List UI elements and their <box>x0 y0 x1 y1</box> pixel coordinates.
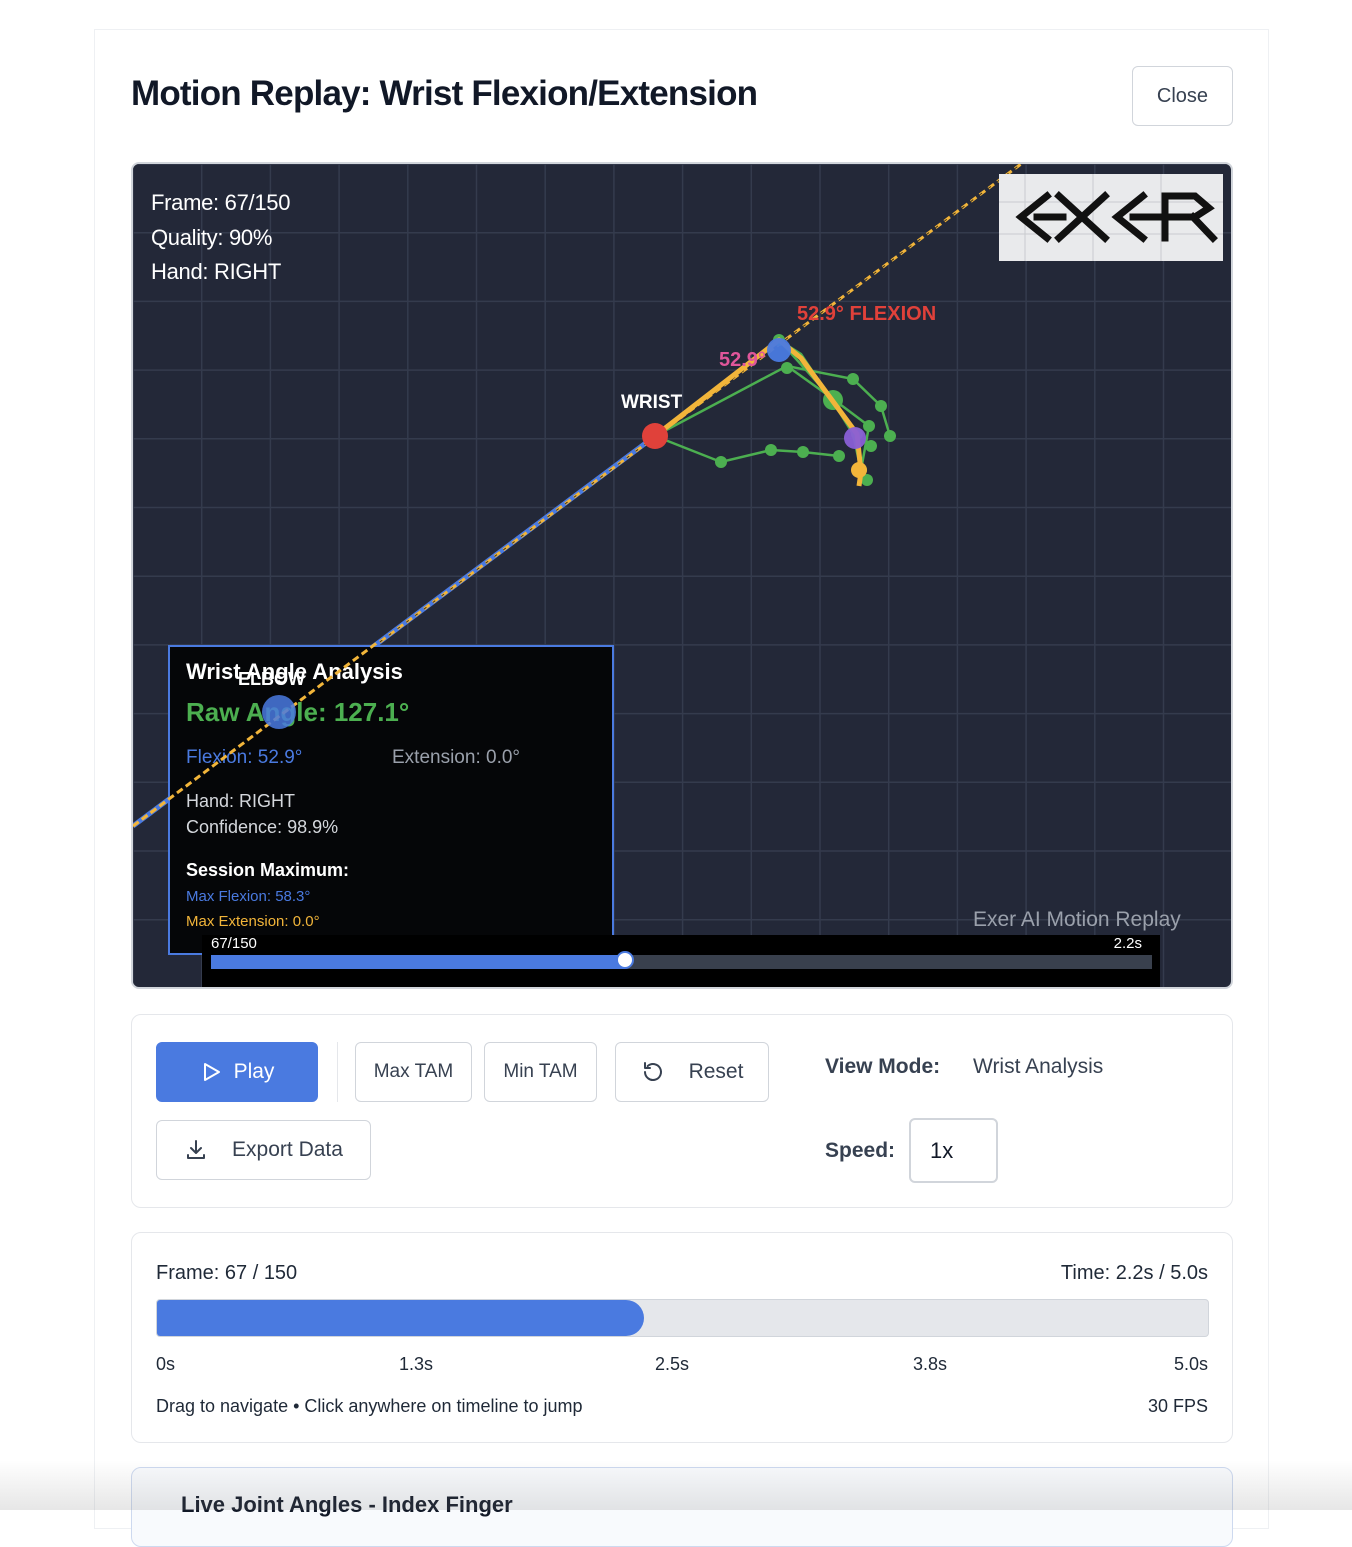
live-joint-angles-card: Live Joint Angles - Index Finger <box>131 1467 1233 1547</box>
canvas-watermark: Exer AI Motion Replay <box>973 908 1181 931</box>
analysis-confidence: Confidence: 98.9% <box>186 817 339 837</box>
session-max-title: Session Maximum: <box>186 860 350 880</box>
modal-title: Motion Replay: Wrist Flexion/Extension <box>131 74 758 113</box>
wrist-label: WRIST <box>621 392 683 413</box>
timeline-track[interactable] <box>156 1299 1209 1337</box>
extension-value: Extension: 0.0° <box>392 747 521 768</box>
analysis-hand: Hand: RIGHT <box>186 791 296 811</box>
canvas-scrubber[interactable]: 67/150 2.2s <box>202 935 1160 987</box>
reset-icon <box>643 1062 662 1081</box>
middle-knuckle-point <box>844 427 866 449</box>
play-icon <box>203 1063 220 1081</box>
index-tip-point <box>767 338 791 362</box>
timeline-panel: Frame: 67 / 150 Time: 2.2s / 5.0s 0s 1.3… <box>131 1232 1233 1443</box>
hud-hand: Hand: RIGHT <box>151 259 281 284</box>
live-joint-angles-title: Live Joint Angles - Index Finger <box>181 1492 513 1517</box>
close-button[interactable]: Close <box>1132 66 1233 126</box>
wrist-analysis-panel: Wrist Angle Analysis Raw Angle: 127.1° F… <box>168 645 614 955</box>
timeline-handle[interactable] <box>624 1300 645 1336</box>
scrubber-frame: 67/150 <box>211 935 257 952</box>
scrubber-time: 2.2s <box>1113 935 1142 952</box>
max-tam-button[interactable]: Max TAM <box>355 1042 472 1102</box>
motion-canvas[interactable]: Frame: 67/150 Quality: 90% Hand: RIGHT 5… <box>131 162 1233 989</box>
angle-arc-label: 52.9° <box>719 349 766 371</box>
tick-4: 5.0s <box>1173 1354 1208 1374</box>
speed-select[interactable]: 1x <box>909 1118 998 1183</box>
timeline-time: Time: 2.2s / 5.0s <box>1060 1262 1208 1284</box>
flexion-label: 52.9° FLEXION <box>797 303 937 325</box>
hud-frame: Frame: 67/150 <box>151 190 291 215</box>
exer-logo <box>999 174 1223 261</box>
timeline-hint: Drag to navigate • Click anywhere on tim… <box>156 1396 583 1416</box>
export-label: Export Data <box>232 1138 343 1161</box>
elbow-label: ELBOW <box>238 669 305 689</box>
flexion-value: Flexion: 52.9° <box>186 747 303 768</box>
reset-button[interactable]: Reset <box>615 1042 769 1102</box>
play-button[interactable]: Play <box>156 1042 318 1102</box>
speed-label: Speed: <box>825 1139 896 1162</box>
wrist-point <box>642 423 668 449</box>
hud-quality: Quality: 90% <box>151 224 273 250</box>
frame-hud: Frame: 67/150 Quality: 90% Hand: RIGHT <box>151 186 290 290</box>
divider <box>337 1042 338 1102</box>
min-tam-button[interactable]: Min TAM <box>484 1042 597 1102</box>
max-extension: Max Extension: 0.0° <box>186 913 320 930</box>
tick-2: 2.5s <box>655 1354 690 1374</box>
tick-1: 1.3s <box>399 1354 434 1374</box>
play-label: Play <box>233 1060 275 1083</box>
timeline-fill <box>157 1300 627 1336</box>
scrubber-handle[interactable] <box>616 951 635 969</box>
view-mode-label: View Mode: <box>825 1055 941 1078</box>
scrubber-track[interactable] <box>211 951 1152 969</box>
raw-angle: Raw Angle: 127.1° <box>186 697 410 727</box>
exer-logo-mark <box>999 174 1223 261</box>
tick-0: 0s <box>156 1354 176 1374</box>
tick-3: 3.8s <box>913 1354 948 1374</box>
view-mode-select[interactable]: Wrist Analysis <box>973 1055 1103 1079</box>
flexion-point <box>851 462 867 478</box>
max-flexion: Max Flexion: 58.3° <box>186 888 311 905</box>
playback-controls: Play Max TAM Min TAM Reset Export Data V… <box>131 1014 1233 1208</box>
timeline-frame: Frame: 67 / 150 <box>156 1262 298 1284</box>
download-icon <box>187 1140 206 1159</box>
reset-label: Reset <box>688 1060 744 1083</box>
timeline-fps: 30 FPS <box>1147 1396 1208 1416</box>
export-data-button[interactable]: Export Data <box>156 1120 371 1180</box>
scrubber-fill <box>211 955 626 969</box>
